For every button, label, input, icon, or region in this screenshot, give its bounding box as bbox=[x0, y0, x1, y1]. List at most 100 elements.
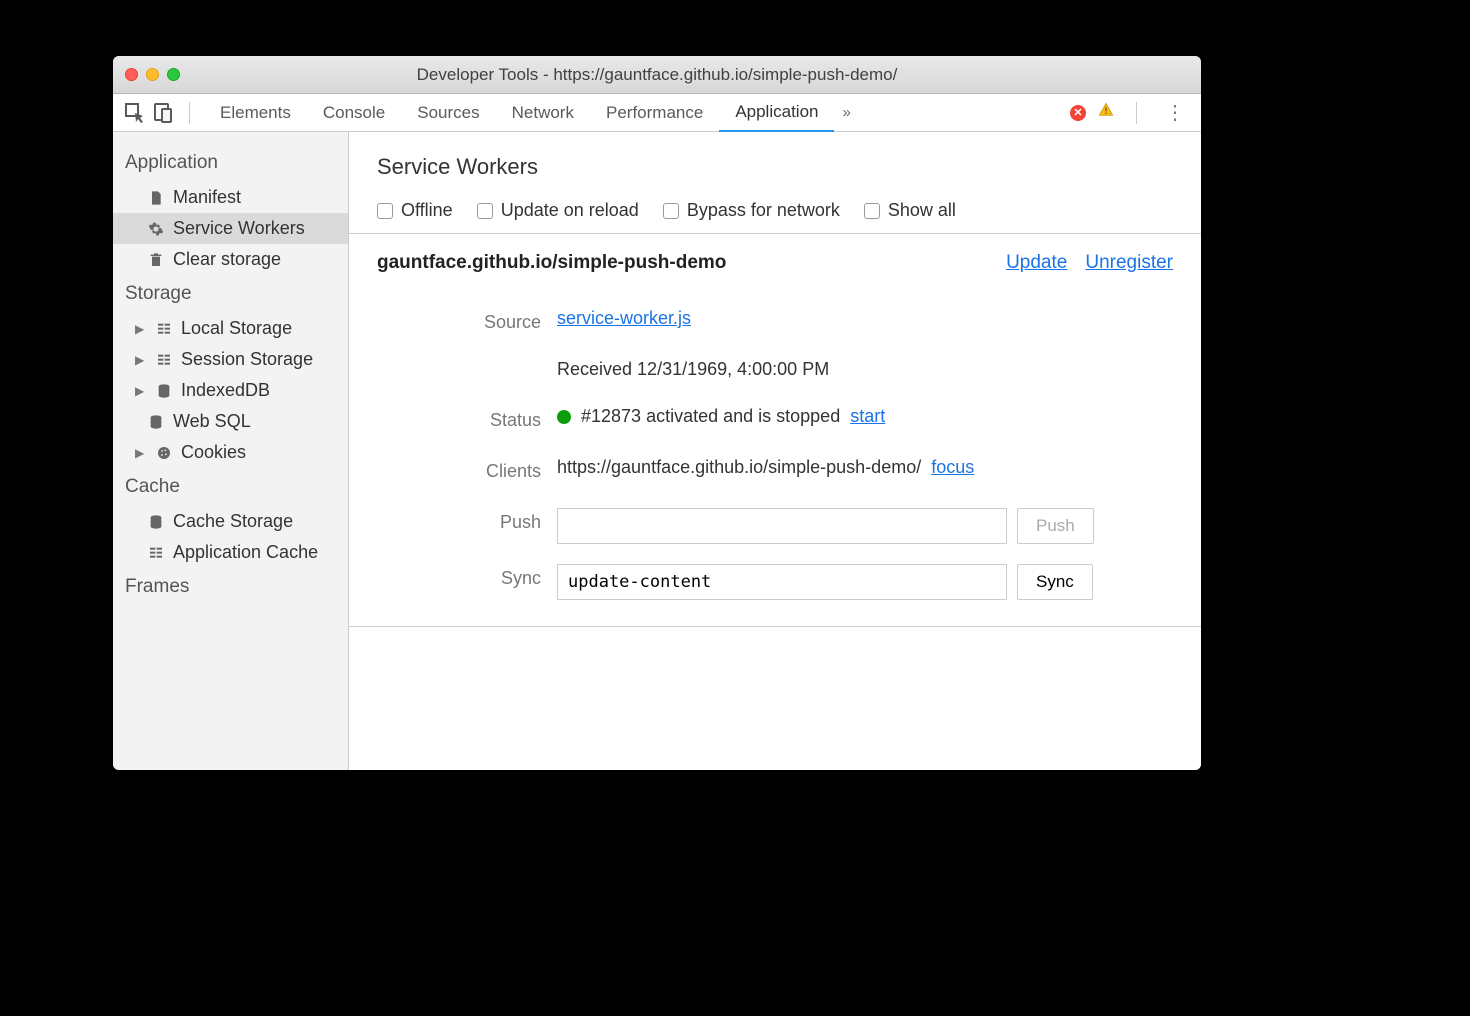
sidebar-item-service-workers[interactable]: Service Workers bbox=[113, 213, 348, 244]
checkbox-show-all[interactable]: Show all bbox=[864, 200, 956, 221]
sidebar-item-cookies[interactable]: ▶ Cookies bbox=[113, 437, 348, 468]
section-frames: Frames bbox=[113, 568, 348, 606]
checkbox-update-on-reload[interactable]: Update on reload bbox=[477, 200, 639, 221]
detail-sync: Sync Sync bbox=[377, 558, 1173, 606]
separator bbox=[1136, 102, 1137, 124]
detail-push: Push Push bbox=[377, 502, 1173, 550]
body: Application Manifest Service Workers Cle… bbox=[113, 132, 1201, 770]
start-link[interactable]: start bbox=[850, 406, 885, 427]
toolbar-right: ✕ ⋮ bbox=[1070, 100, 1191, 125]
sidebar: Application Manifest Service Workers Cle… bbox=[113, 132, 349, 770]
update-link[interactable]: Update bbox=[1006, 252, 1067, 274]
chevron-right-icon: ▶ bbox=[135, 322, 147, 336]
tab-sources[interactable]: Sources bbox=[401, 94, 495, 132]
checkbox-icon bbox=[377, 203, 393, 219]
inspect-icon[interactable] bbox=[123, 101, 147, 125]
sidebar-item-indexeddb[interactable]: ▶ IndexedDB bbox=[113, 375, 348, 406]
grid-icon bbox=[147, 544, 165, 562]
checkbox-offline[interactable]: Offline bbox=[377, 200, 453, 221]
tab-performance[interactable]: Performance bbox=[590, 94, 719, 132]
error-icon[interactable]: ✕ bbox=[1070, 105, 1086, 121]
sidebar-item-label: Cache Storage bbox=[173, 511, 293, 532]
sidebar-item-label: Clear storage bbox=[173, 249, 281, 270]
section-cache: Cache bbox=[113, 468, 348, 506]
devtools-tabs: Elements Console Sources Network Perform… bbox=[204, 94, 1066, 132]
detail-label: Status bbox=[377, 406, 557, 431]
sidebar-item-label: Application Cache bbox=[173, 542, 318, 563]
checkbox-icon bbox=[864, 203, 880, 219]
received-text: Received 12/31/1969, 4:00:00 PM bbox=[557, 359, 829, 380]
sidebar-item-cache-storage[interactable]: Cache Storage bbox=[113, 506, 348, 537]
detail-status: Status #12873 activated and is stopped s… bbox=[377, 400, 1173, 437]
checkbox-label: Show all bbox=[888, 200, 956, 221]
sidebar-item-session-storage[interactable]: ▶ Session Storage bbox=[113, 344, 348, 375]
sidebar-item-label: Web SQL bbox=[173, 411, 251, 432]
cookie-icon bbox=[155, 444, 173, 462]
detail-label: Push bbox=[377, 508, 557, 533]
gear-icon bbox=[147, 220, 165, 238]
sidebar-item-websql[interactable]: Web SQL bbox=[113, 406, 348, 437]
warning-icon[interactable] bbox=[1098, 102, 1114, 123]
sidebar-item-local-storage[interactable]: ▶ Local Storage bbox=[113, 313, 348, 344]
kebab-menu-icon[interactable]: ⋮ bbox=[1159, 100, 1191, 125]
checkbox-bypass-network[interactable]: Bypass for network bbox=[663, 200, 840, 221]
section-storage: Storage bbox=[113, 275, 348, 313]
focus-link[interactable]: focus bbox=[931, 457, 974, 478]
devtools-toolbar: Elements Console Sources Network Perform… bbox=[113, 94, 1201, 132]
worker-origin: gauntface.github.io/simple-push-demo bbox=[377, 252, 726, 274]
checkbox-icon bbox=[663, 203, 679, 219]
checkbox-icon bbox=[477, 203, 493, 219]
device-toggle-icon[interactable] bbox=[151, 101, 175, 125]
maximize-button[interactable] bbox=[167, 68, 180, 81]
worker-header: gauntface.github.io/simple-push-demo Upd… bbox=[377, 252, 1173, 274]
tab-application[interactable]: Application bbox=[719, 94, 834, 132]
sync-input[interactable] bbox=[557, 564, 1007, 600]
database-icon bbox=[147, 413, 165, 431]
devtools-window: Developer Tools - https://gauntface.gith… bbox=[113, 56, 1201, 770]
close-button[interactable] bbox=[125, 68, 138, 81]
grid-icon bbox=[155, 351, 173, 369]
main-header: Service Workers bbox=[349, 132, 1201, 192]
checkbox-label: Offline bbox=[401, 200, 453, 221]
database-icon bbox=[155, 382, 173, 400]
sidebar-item-application-cache[interactable]: Application Cache bbox=[113, 537, 348, 568]
push-input[interactable] bbox=[557, 508, 1007, 544]
detail-label: Source bbox=[377, 308, 557, 333]
database-icon bbox=[147, 513, 165, 531]
traffic-lights bbox=[125, 68, 180, 81]
checkbox-label: Update on reload bbox=[501, 200, 639, 221]
grid-icon bbox=[155, 320, 173, 338]
separator bbox=[189, 102, 190, 124]
detail-clients: Clients https://gauntface.github.io/simp… bbox=[377, 451, 1173, 488]
client-url: https://gauntface.github.io/simple-push-… bbox=[557, 457, 921, 478]
unregister-link[interactable]: Unregister bbox=[1085, 252, 1173, 274]
sidebar-item-label: Service Workers bbox=[173, 218, 305, 239]
options-row: Offline Update on reload Bypass for netw… bbox=[349, 192, 1201, 234]
source-link[interactable]: service-worker.js bbox=[557, 308, 691, 329]
checkbox-label: Bypass for network bbox=[687, 200, 840, 221]
service-worker-block: gauntface.github.io/simple-push-demo Upd… bbox=[349, 234, 1201, 627]
tab-elements[interactable]: Elements bbox=[204, 94, 307, 132]
push-button[interactable]: Push bbox=[1017, 508, 1094, 544]
window-title: Developer Tools - https://gauntface.gith… bbox=[113, 65, 1201, 85]
file-icon bbox=[147, 189, 165, 207]
status-text: #12873 activated and is stopped bbox=[581, 406, 840, 427]
main-panel: Service Workers Offline Update on reload… bbox=[349, 132, 1201, 770]
sidebar-item-clear-storage[interactable]: Clear storage bbox=[113, 244, 348, 275]
chevron-right-icon: ▶ bbox=[135, 446, 147, 460]
status-dot-icon bbox=[557, 410, 571, 424]
sidebar-item-label: IndexedDB bbox=[181, 380, 270, 401]
tab-network[interactable]: Network bbox=[496, 94, 590, 132]
detail-label: Clients bbox=[377, 457, 557, 482]
tab-console[interactable]: Console bbox=[307, 94, 401, 132]
sidebar-item-manifest[interactable]: Manifest bbox=[113, 182, 348, 213]
tabs-overflow-icon[interactable]: » bbox=[834, 104, 858, 121]
sidebar-item-label: Manifest bbox=[173, 187, 241, 208]
minimize-button[interactable] bbox=[146, 68, 159, 81]
sync-button[interactable]: Sync bbox=[1017, 564, 1093, 600]
chevron-right-icon: ▶ bbox=[135, 384, 147, 398]
chevron-right-icon: ▶ bbox=[135, 353, 147, 367]
detail-label: Sync bbox=[377, 564, 557, 589]
panel-title: Service Workers bbox=[377, 154, 1173, 180]
sidebar-item-label: Cookies bbox=[181, 442, 246, 463]
